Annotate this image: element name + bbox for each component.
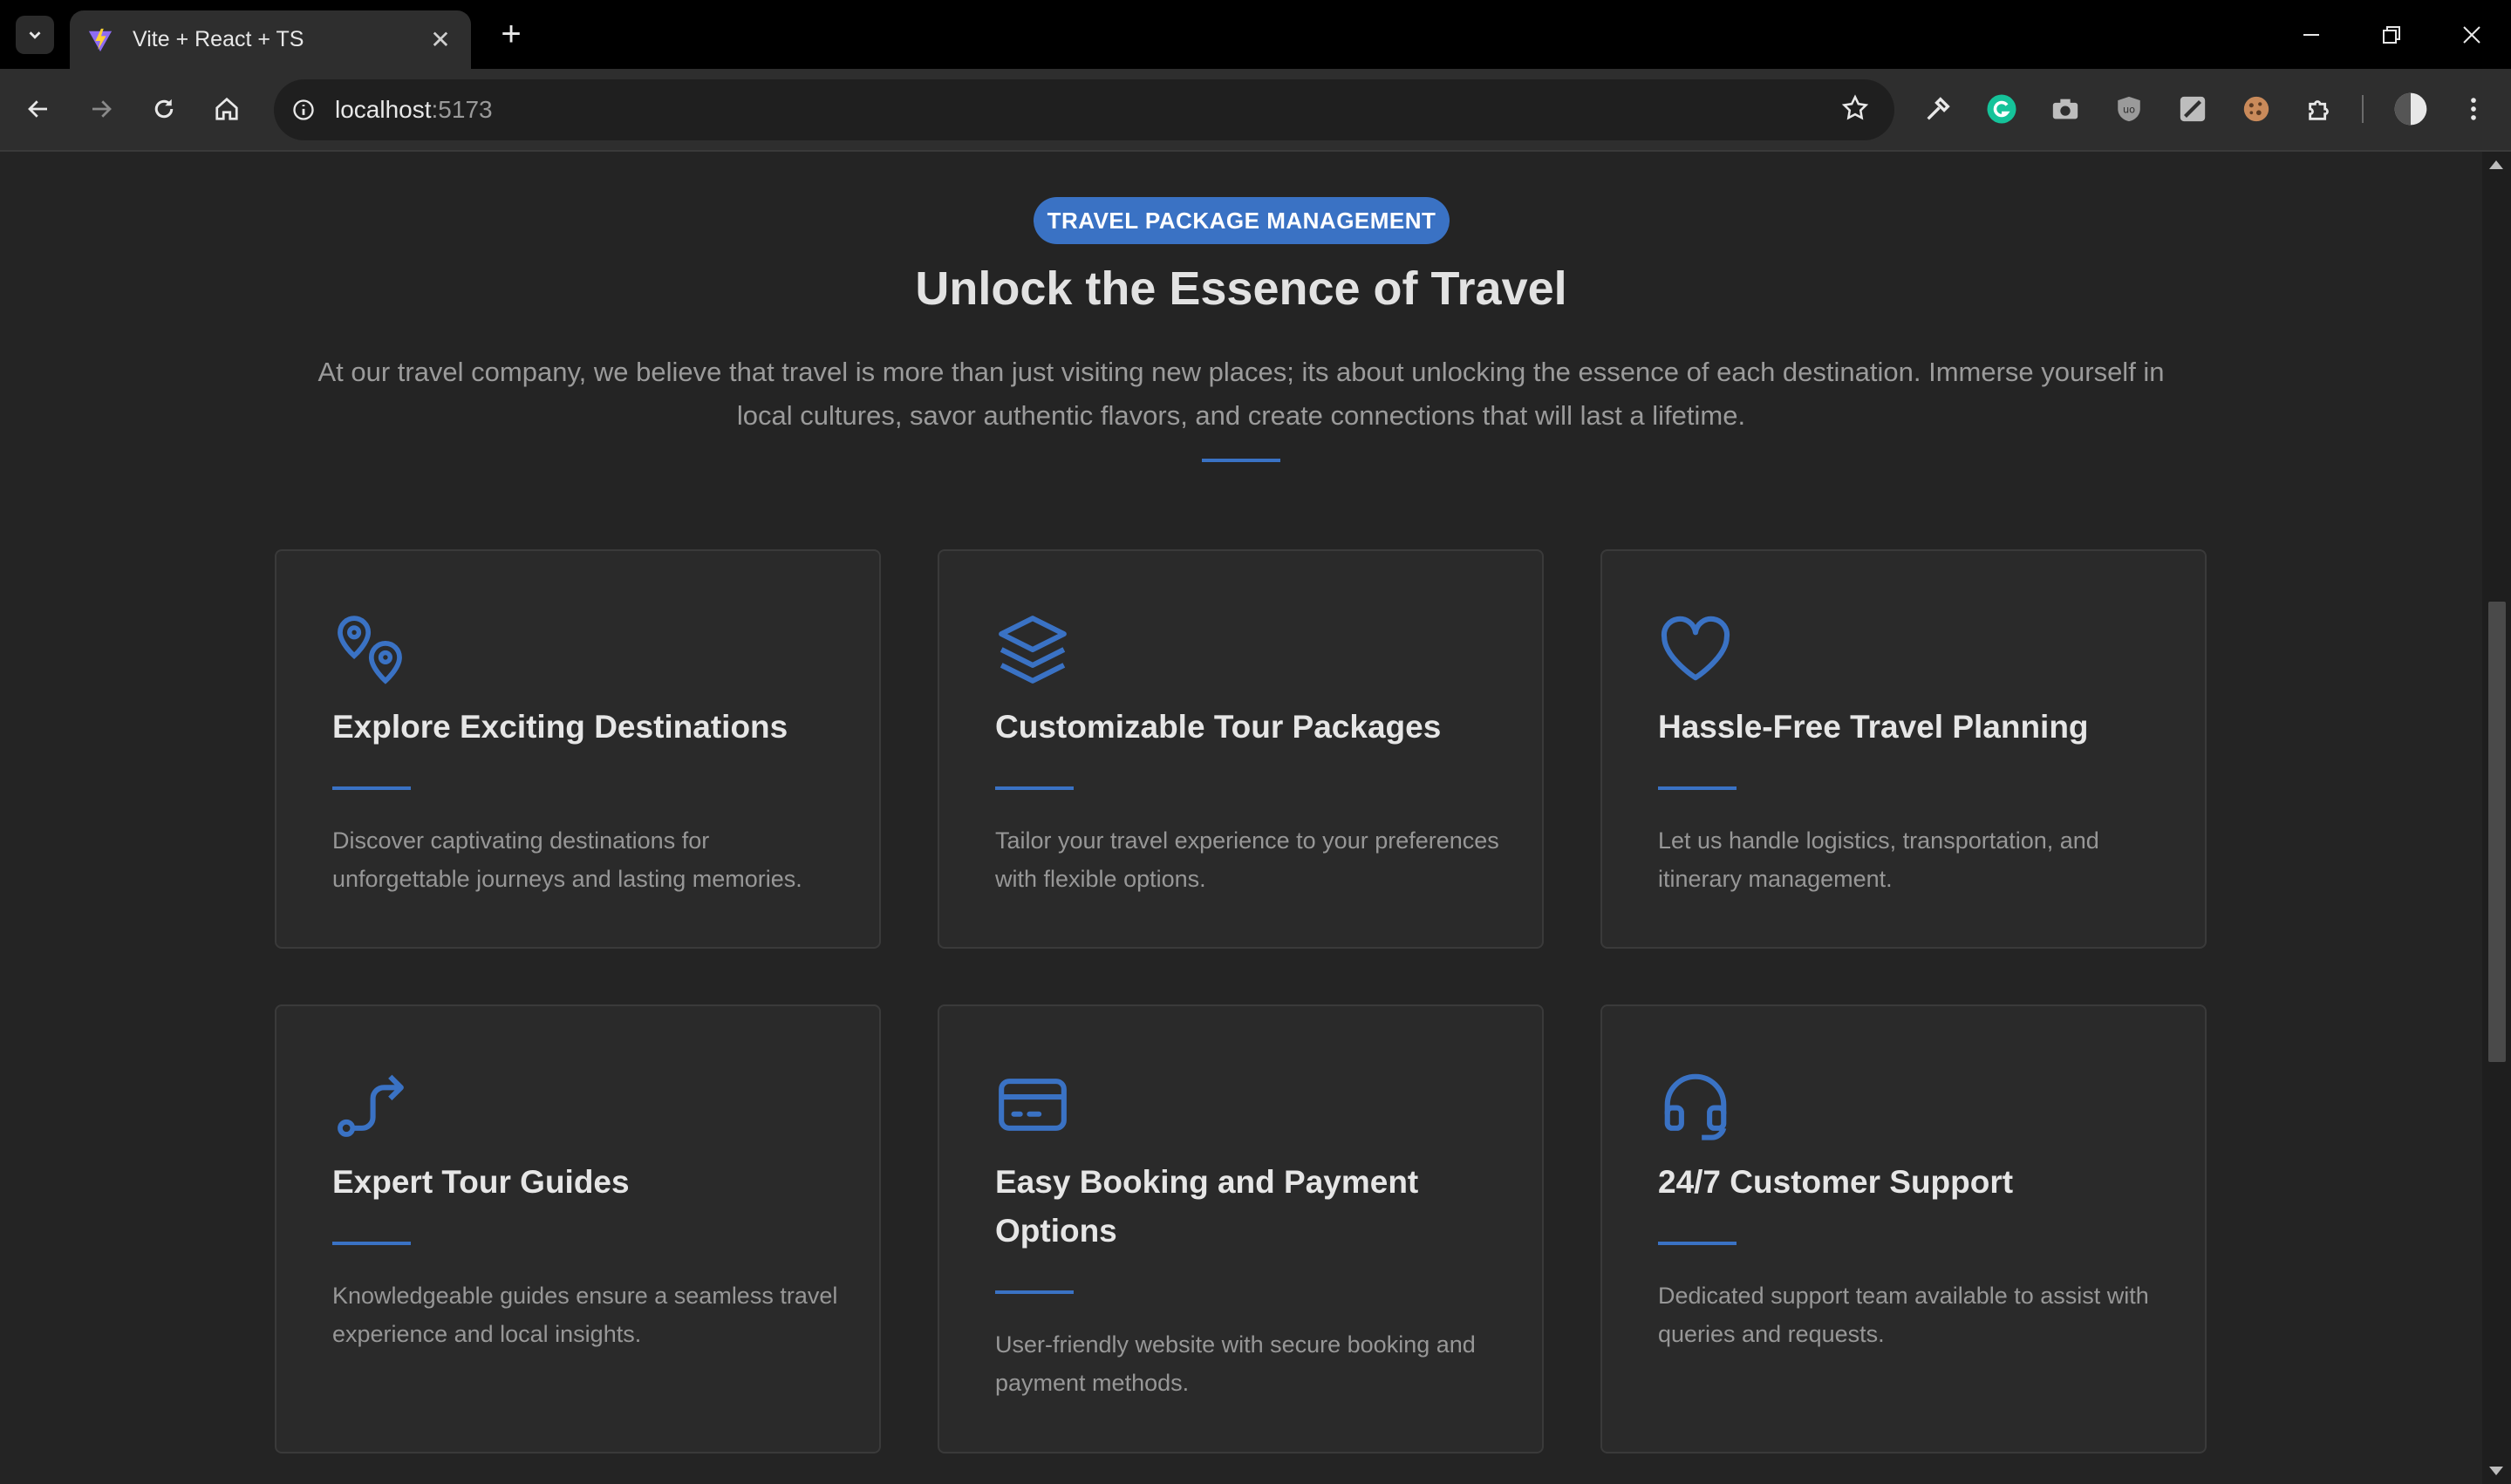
- url-host: localhost: [335, 96, 432, 123]
- puzzle-icon: [2309, 100, 2329, 120]
- intro-line-2: local cultures, savor authentic flavors,…: [736, 400, 1746, 431]
- tab-search-button[interactable]: [16, 16, 54, 54]
- card-title: Explore Exciting Destinations: [332, 709, 788, 745]
- shield-icon: uo: [2118, 96, 2140, 122]
- headset-icon: [1664, 1073, 1727, 1140]
- heart-icon: [1661, 616, 1730, 681]
- minimize-button[interactable]: [2285, 16, 2337, 54]
- feature-card-destinations: Explore Exciting Destinations Discover c…: [275, 549, 881, 949]
- screenshot-extension[interactable]: [2046, 90, 2085, 128]
- reload-icon: [154, 99, 174, 119]
- card-description: Discover captivating destinations for un…: [332, 827, 802, 892]
- card-title: Expert Tour Guides: [332, 1164, 630, 1200]
- route-icon: [338, 1074, 404, 1137]
- browser-menu-button[interactable]: [2454, 90, 2493, 128]
- card-divider: [332, 786, 411, 790]
- extensions-button[interactable]: [2301, 90, 2339, 128]
- back-button[interactable]: [17, 88, 59, 130]
- url-port: :5173: [431, 96, 493, 123]
- arrow-right-icon: [92, 100, 112, 118]
- chevron-down-icon: [29, 31, 41, 39]
- card-divider: [1658, 1242, 1737, 1245]
- cookie-extension[interactable]: [2237, 90, 2276, 128]
- card-title: 24/7 Customer Support: [1658, 1164, 2014, 1200]
- url-text: localhost:5173: [335, 96, 493, 124]
- info-icon[interactable]: [291, 98, 316, 122]
- card-title: Customizable Tour Packages: [995, 709, 1442, 745]
- card-description: Tailor your travel experience to your pr…: [995, 827, 1499, 892]
- cookie-icon: [2243, 96, 2269, 122]
- feature-card-travel-planning: Hassle-Free Travel Planning Let us handl…: [1600, 549, 2207, 949]
- card-divider: [995, 1290, 1074, 1294]
- vertical-scrollbar[interactable]: [2482, 152, 2511, 1484]
- avatar-icon: [2394, 92, 2427, 126]
- grammarly-extension[interactable]: [1982, 90, 2021, 128]
- map-pins-icon: [338, 616, 402, 684]
- new-tab-button[interactable]: +: [494, 17, 529, 52]
- feature-card-tour-guides: Expert Tour Guides Knowledgeable guides …: [275, 1004, 881, 1453]
- close-window-button[interactable]: [2446, 16, 2498, 54]
- feature-card-customer-support: 24/7 Customer Support Dedicated support …: [1600, 1004, 2207, 1453]
- svg-text:uo: uo: [2123, 103, 2135, 115]
- card-divider: [995, 786, 1074, 790]
- card-description: User-friendly website with secure bookin…: [995, 1331, 1476, 1396]
- card-description: Let us handle logistics, transportation,…: [1658, 827, 2099, 892]
- feature-card-tour-packages: Customizable Tour Packages Tailor your t…: [938, 549, 1544, 949]
- card-divider: [332, 1242, 411, 1245]
- reload-button[interactable]: [143, 88, 185, 130]
- card-divider: [1658, 786, 1737, 790]
- ublock-extension[interactable]: uo: [2110, 90, 2148, 128]
- section-badge: TRAVEL PACKAGE MANAGEMENT: [1034, 197, 1450, 244]
- intro-divider: [1202, 459, 1280, 462]
- scroll-down-arrow[interactable]: [2489, 1467, 2503, 1475]
- feature-card-booking-payment: Easy Booking and Payment Options User-fr…: [938, 1004, 1544, 1453]
- home-icon: [215, 97, 238, 120]
- intro-paragraph: At our travel company, we believe that t…: [279, 351, 2203, 438]
- credit-card-icon: [999, 1079, 1067, 1131]
- camera-icon: [2052, 99, 2078, 119]
- browser-toolbar: localhost:5173 uo: [0, 69, 2511, 152]
- restore-button[interactable]: [2365, 16, 2418, 54]
- minimize-icon: [2303, 34, 2319, 36]
- eyedropper-icon: [1927, 97, 1950, 120]
- home-button[interactable]: [206, 88, 248, 130]
- grammarly-icon: [1987, 94, 2016, 124]
- forward-button[interactable]: [80, 88, 122, 130]
- intro-line-1: At our travel company, we believe that t…: [317, 357, 2165, 387]
- card-description: Dedicated support team available to assi…: [1658, 1283, 2149, 1347]
- profile-avatar[interactable]: [2392, 90, 2430, 128]
- card-description: Knowledgeable guides ensure a seamless t…: [332, 1283, 838, 1347]
- bookmark-star-icon[interactable]: [1840, 93, 1870, 123]
- page-viewport: TRAVEL PACKAGE MANAGEMENT Unlock the Ess…: [0, 152, 2482, 1484]
- stylus-extension[interactable]: [2173, 90, 2212, 128]
- page-title: Unlock the Essence of Travel: [915, 262, 1567, 315]
- stylus-icon: [2180, 96, 2206, 122]
- restore-icon: [2383, 26, 2400, 44]
- arrow-left-icon: [28, 100, 47, 118]
- card-title: Hassle-Free Travel Planning: [1658, 709, 2089, 745]
- browser-tab-strip: Vite + React + TS ✕ +: [0, 0, 2511, 69]
- layers-icon: [999, 616, 1067, 684]
- eyedropper-extension[interactable]: [1919, 90, 1957, 128]
- toolbar-divider: [2362, 95, 2364, 123]
- vite-logo-icon: [88, 28, 113, 51]
- tab-close-icon[interactable]: ✕: [427, 25, 454, 54]
- card-title: Easy Booking and Payment Options: [995, 1164, 1419, 1249]
- tab-title: Vite + React + TS: [133, 27, 304, 51]
- browser-tab[interactable]: Vite + React + TS ✕: [70, 10, 471, 69]
- address-bar[interactable]: localhost:5173: [274, 79, 1894, 140]
- scroll-up-arrow[interactable]: [2489, 160, 2503, 169]
- close-icon: [2463, 26, 2480, 44]
- scroll-thumb[interactable]: [2488, 602, 2506, 1062]
- kebab-menu-icon: [2471, 98, 2476, 120]
